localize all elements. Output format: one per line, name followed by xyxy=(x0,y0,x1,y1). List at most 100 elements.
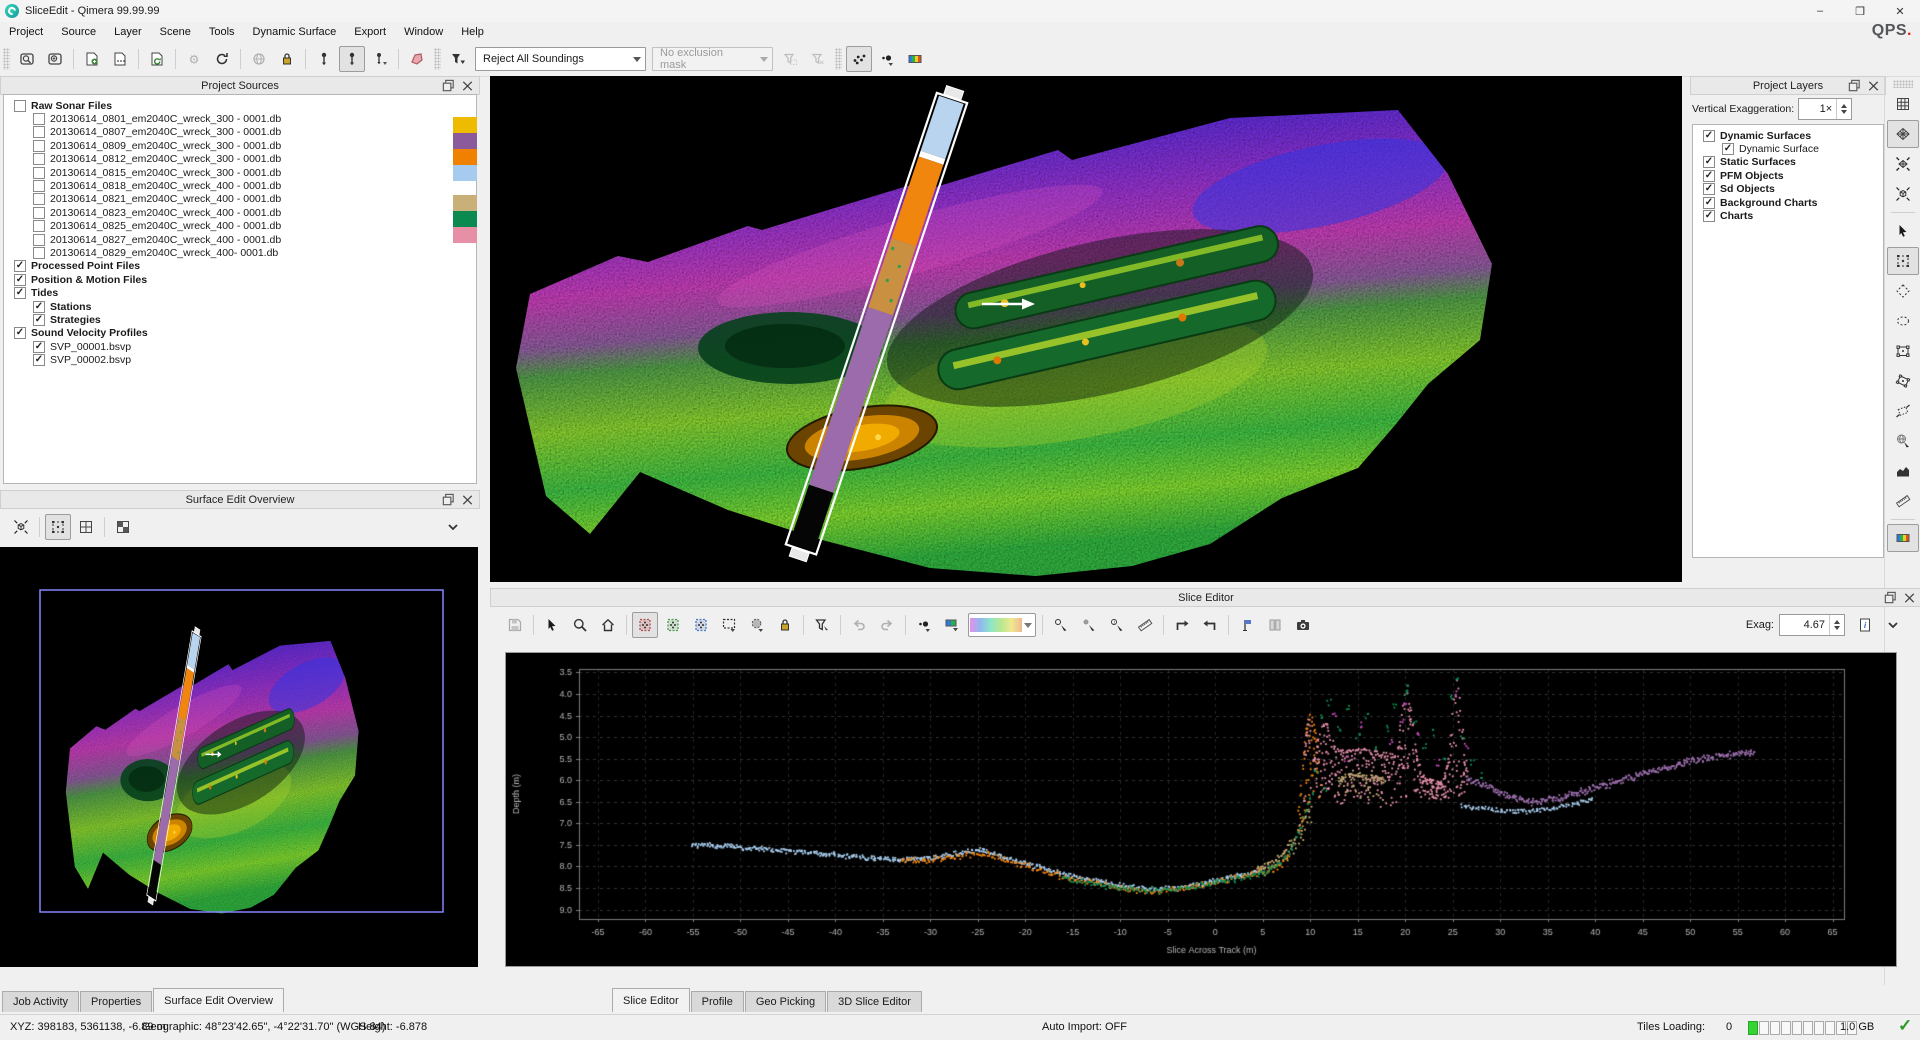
refresh-button[interactable] xyxy=(209,46,235,72)
sounding-info-button[interactable] xyxy=(367,46,393,72)
tree-item[interactable]: ✓Dynamic Surface xyxy=(1693,142,1883,155)
cursor-tool-button[interactable] xyxy=(539,612,565,638)
file-color-swatch[interactable] xyxy=(453,195,477,211)
checked-checkbox[interactable]: ✓ xyxy=(14,274,26,286)
toolbar-drag-handle[interactable] xyxy=(434,48,441,70)
file-color-swatch[interactable] xyxy=(453,117,477,133)
menu-layer[interactable]: Layer xyxy=(105,24,151,40)
toolbar-drag-handle[interactable] xyxy=(835,48,842,70)
slice-rotate-tool-button[interactable] xyxy=(1887,367,1919,395)
rect-select-tool-button[interactable] xyxy=(1887,247,1919,275)
reject-select-button[interactable] xyxy=(632,612,658,638)
color-by-select-button[interactable] xyxy=(939,612,965,638)
tab-3d-slice-editor[interactable]: 3D Slice Editor xyxy=(827,991,922,1012)
float-panel-button[interactable] xyxy=(1883,590,1898,605)
file-color-swatch[interactable] xyxy=(453,227,477,243)
spin-down-icon[interactable] xyxy=(1834,626,1840,630)
colormap-panel-button[interactable] xyxy=(1887,524,1919,552)
checked-checkbox[interactable]: ✓ xyxy=(33,314,45,326)
sounding-edit-button[interactable] xyxy=(339,46,365,72)
tab-properties[interactable]: Properties xyxy=(80,991,152,1012)
pick-gray-button[interactable] xyxy=(1076,612,1102,638)
float-panel-button[interactable] xyxy=(441,492,456,507)
checked-checkbox[interactable]: ✓ xyxy=(1703,197,1715,209)
close-panel-button[interactable] xyxy=(460,492,475,507)
flag-sounding-button[interactable] xyxy=(1234,612,1260,638)
checked-checkbox[interactable]: ✓ xyxy=(1703,156,1715,168)
checked-checkbox[interactable]: ✓ xyxy=(1703,170,1715,182)
tree-item[interactable]: ✓Background Charts xyxy=(1693,196,1883,209)
accept-select-button[interactable] xyxy=(660,612,686,638)
tree-item[interactable]: ✓Charts xyxy=(1693,209,1883,222)
tree-item[interactable]: ✓Processed Point Files xyxy=(4,260,476,273)
add-processed-points-button[interactable] xyxy=(42,46,68,72)
collapse-toolbar-button[interactable] xyxy=(1880,612,1906,638)
point-size-select-button[interactable] xyxy=(911,612,937,638)
spin-up-icon[interactable] xyxy=(1834,620,1840,624)
file-color-swatch[interactable] xyxy=(453,149,477,165)
tile-view-button[interactable] xyxy=(110,514,136,540)
import-file-button[interactable] xyxy=(79,46,105,72)
pick-info-button[interactable]: i xyxy=(1104,612,1130,638)
tree-item[interactable]: ✓Static Surfaces xyxy=(1693,156,1883,169)
toolbar-drag-handle[interactable] xyxy=(1893,80,1913,88)
close-panel-button[interactable] xyxy=(1866,78,1881,93)
tree-item[interactable]: 20130614_0821_em2040C_wreck_400 - 0001.d… xyxy=(4,193,476,206)
tab-job-activity[interactable]: Job Activity xyxy=(2,991,79,1012)
lock-edits-button[interactable] xyxy=(772,612,798,638)
zoom-extents-button[interactable] xyxy=(8,514,34,540)
tree-item[interactable]: 20130614_0801_em2040C_wreck_300 - 0001.d… xyxy=(4,112,476,125)
profile-tool-button[interactable] xyxy=(1887,457,1919,485)
tree-item[interactable]: 20130614_0829_em2040C_wreck_400- 0001.db xyxy=(4,246,476,259)
lasso-select-tool-button[interactable] xyxy=(1887,307,1919,335)
filter-mode-button[interactable] xyxy=(445,46,471,72)
checked-checkbox[interactable]: ✓ xyxy=(14,260,26,272)
unchecked-checkbox[interactable] xyxy=(33,167,45,179)
tree-item[interactable]: 20130614_0815_em2040C_wreck_300 - 0001.d… xyxy=(4,166,476,179)
home-view-button[interactable] xyxy=(595,612,621,638)
colormap-button[interactable] xyxy=(902,46,928,72)
tab-surface-edit-overview[interactable]: Surface Edit Overview xyxy=(153,988,284,1012)
toolbar-drag-handle[interactable] xyxy=(3,48,10,70)
point-display-button[interactable] xyxy=(846,46,872,72)
feature-select-button[interactable] xyxy=(688,612,714,638)
menu-dynamic-surface[interactable]: Dynamic Surface xyxy=(244,24,346,40)
zoom-tool-button[interactable] xyxy=(567,612,593,638)
tree-item[interactable]: 20130614_0812_em2040C_wreck_300 - 0001.d… xyxy=(4,153,476,166)
tree-item[interactable]: ✓SVP_00002.bsvp xyxy=(4,353,476,366)
tree-item[interactable]: 20130614_0823_em2040C_wreck_400 - 0001.d… xyxy=(4,206,476,219)
menu-export[interactable]: Export xyxy=(345,24,395,40)
checked-checkbox[interactable]: ✓ xyxy=(1703,183,1715,195)
tree-item[interactable]: 20130614_0825_em2040C_wreck_400 - 0001.d… xyxy=(4,220,476,233)
tree-item[interactable]: 20130614_0809_em2040C_wreck_300 - 0001.d… xyxy=(4,139,476,152)
menu-help[interactable]: Help xyxy=(452,24,493,40)
menu-source[interactable]: Source xyxy=(52,24,105,40)
reload-file-button[interactable] xyxy=(144,46,170,72)
checked-checkbox[interactable]: ✓ xyxy=(33,301,45,313)
point-size-button[interactable] xyxy=(874,46,900,72)
tree-item[interactable]: Raw Sonar Files xyxy=(4,99,476,112)
slice-small-tool-button[interactable] xyxy=(1887,397,1919,425)
surface-overview-view[interactable] xyxy=(0,547,478,967)
minimize-button[interactable]: – xyxy=(1800,0,1840,22)
collapse-toolbar-button[interactable] xyxy=(440,514,466,540)
close-panel-button[interactable] xyxy=(460,78,475,93)
snapshot-button[interactable] xyxy=(1290,612,1316,638)
filter-tool-button[interactable] xyxy=(809,612,835,638)
unchecked-checkbox[interactable] xyxy=(33,153,45,165)
unchecked-checkbox[interactable] xyxy=(33,247,45,259)
slice-box-tool-button[interactable] xyxy=(1887,337,1919,365)
menu-window[interactable]: Window xyxy=(395,24,452,40)
dynamic-surface-button[interactable] xyxy=(404,46,430,72)
gradient-select[interactable] xyxy=(968,613,1036,637)
slice-chart-canvas[interactable] xyxy=(506,653,1896,966)
unchecked-checkbox[interactable] xyxy=(33,180,45,192)
tab-slice-editor[interactable]: Slice Editor xyxy=(612,988,690,1012)
file-color-swatch[interactable] xyxy=(453,211,477,227)
maximize-button[interactable]: ❐ xyxy=(1840,0,1880,22)
float-panel-button[interactable] xyxy=(1847,78,1862,93)
rotate-slice-forward-button[interactable] xyxy=(1169,612,1195,638)
quad-view-button[interactable] xyxy=(73,514,99,540)
unchecked-checkbox[interactable] xyxy=(33,193,45,205)
tree-item[interactable]: ✓PFM Objects xyxy=(1693,169,1883,182)
